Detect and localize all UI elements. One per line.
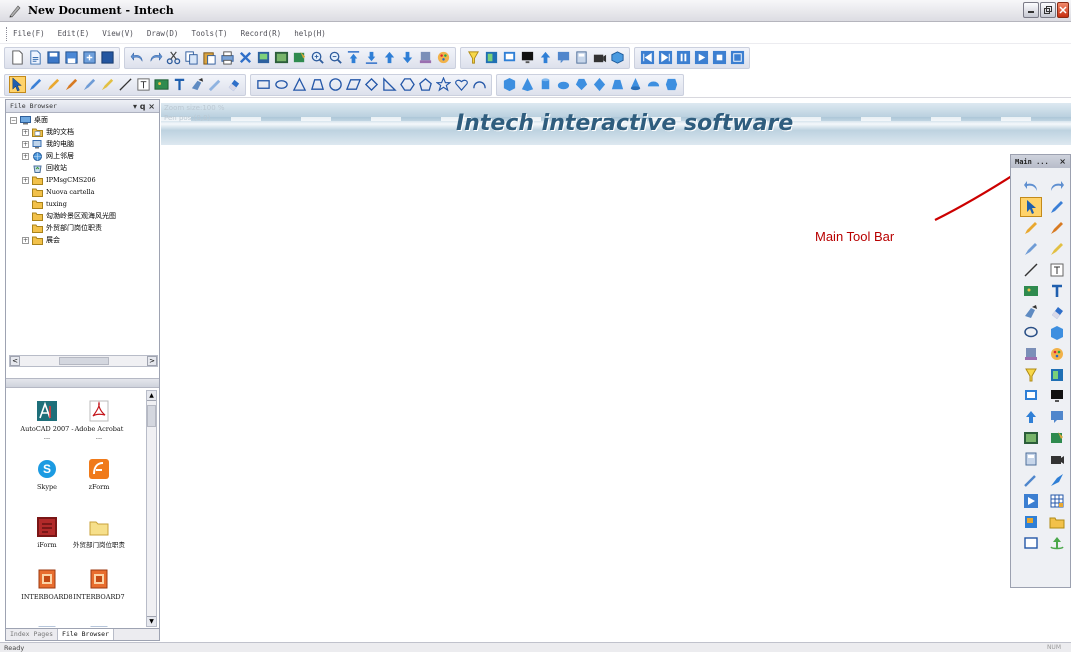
calculator-icon [1025, 452, 1037, 466]
main-tool-bar: Main ... × [1010, 154, 1071, 588]
frame-button[interactable] [1020, 533, 1042, 553]
slides-button[interactable] [1020, 512, 1042, 532]
undo-button[interactable] [1020, 176, 1042, 196]
upload-button[interactable] [1020, 407, 1042, 427]
folder-button[interactable] [1046, 512, 1068, 532]
play-icon [1024, 494, 1038, 508]
calculator-button[interactable] [1020, 449, 1042, 469]
status-bar: Ready NUM [0, 642, 1071, 652]
smart-pen-icon [1051, 243, 1063, 255]
picture-icon [1051, 432, 1063, 443]
effect-icon [1051, 474, 1063, 486]
main-tool-bar-grid [1011, 168, 1070, 553]
main-tool-bar-header[interactable]: Main ... × [1011, 155, 1070, 168]
annotation-label: Main Tool Bar [815, 229, 895, 244]
cursor-arrow-icon [1027, 200, 1036, 214]
stamp-icon [1025, 348, 1037, 360]
background-image-icon [1024, 432, 1038, 444]
screen-shade-button[interactable] [1046, 365, 1068, 385]
effect-button[interactable] [1046, 470, 1068, 490]
frame-icon [1024, 537, 1038, 549]
annotation-arrow [934, 171, 1019, 221]
highlighter-icon [1025, 222, 1037, 234]
spotlight-icon [1025, 368, 1037, 382]
insert-picture-button[interactable] [1046, 428, 1068, 448]
image-icon [1024, 286, 1038, 296]
insert-image-button[interactable] [1020, 281, 1042, 301]
pen-tool-button[interactable] [1046, 197, 1068, 217]
text-t-icon [1052, 284, 1062, 297]
brush-tool-button[interactable] [1046, 218, 1068, 238]
arrow-up-icon [1026, 411, 1036, 423]
num-lock-indicator: NUM [1046, 644, 1061, 651]
text-box-button[interactable] [1046, 260, 1068, 280]
cube-icon [1051, 326, 1063, 340]
text-box-icon [1050, 263, 1064, 277]
eraser-tool-button[interactable] [1046, 302, 1068, 322]
play-button[interactable] [1020, 491, 1042, 511]
application-window: New Document - Intech File(F) Edit(E) Vi… [0, 0, 1071, 652]
black-screen-button[interactable] [1046, 386, 1068, 406]
pen-icon [1051, 201, 1063, 213]
stamp-button[interactable] [1020, 344, 1042, 364]
eraser-icon [1052, 307, 1063, 319]
table-grid-icon [1050, 494, 1064, 508]
black-screen-icon [1051, 390, 1063, 402]
redo-icon [1051, 181, 1064, 191]
close-icon[interactable]: × [1059, 157, 1066, 166]
clear-tool-button[interactable] [1020, 302, 1042, 322]
recycle-button[interactable] [1046, 533, 1068, 553]
cube-solid-button[interactable] [1046, 323, 1068, 343]
folder-icon [1049, 517, 1065, 529]
screen-record-button[interactable] [1020, 386, 1042, 406]
main-tool-bar-title: Main ... [1015, 157, 1049, 166]
lasso-icon [1024, 326, 1038, 338]
magic-pen-icon [1024, 475, 1036, 487]
screen-record-icon [1025, 390, 1037, 400]
screen-shade-icon [1051, 369, 1063, 381]
brush-icon [1051, 222, 1063, 234]
camera-button[interactable] [1046, 449, 1068, 469]
texture-pen-icon [1025, 243, 1037, 255]
line-tool-button[interactable] [1020, 260, 1042, 280]
brush-clear-icon [1025, 305, 1037, 318]
texture-pen-button[interactable] [1020, 239, 1042, 259]
smart-pen-button[interactable] [1046, 239, 1068, 259]
redo-button[interactable] [1046, 176, 1068, 196]
spotlight-button[interactable] [1020, 365, 1042, 385]
highlighter-tool-button[interactable] [1020, 218, 1042, 238]
slides-icon [1025, 516, 1037, 528]
undo-icon [1024, 181, 1037, 191]
camera-icon [1051, 456, 1064, 464]
text-tool-button[interactable] [1046, 281, 1068, 301]
background-button[interactable] [1020, 428, 1042, 448]
table-button[interactable] [1046, 491, 1068, 511]
lasso-tool-button[interactable] [1020, 323, 1042, 343]
magic-pen-button[interactable] [1020, 470, 1042, 490]
status-text: Ready [4, 644, 25, 652]
comment-button[interactable] [1046, 407, 1068, 427]
comment-icon [1051, 411, 1063, 423]
color-palette-button[interactable] [1046, 344, 1068, 364]
recycle-icon [1050, 537, 1064, 550]
palette-icon [1051, 348, 1063, 360]
line-icon [1024, 263, 1038, 277]
select-tool-button[interactable] [1020, 197, 1042, 217]
